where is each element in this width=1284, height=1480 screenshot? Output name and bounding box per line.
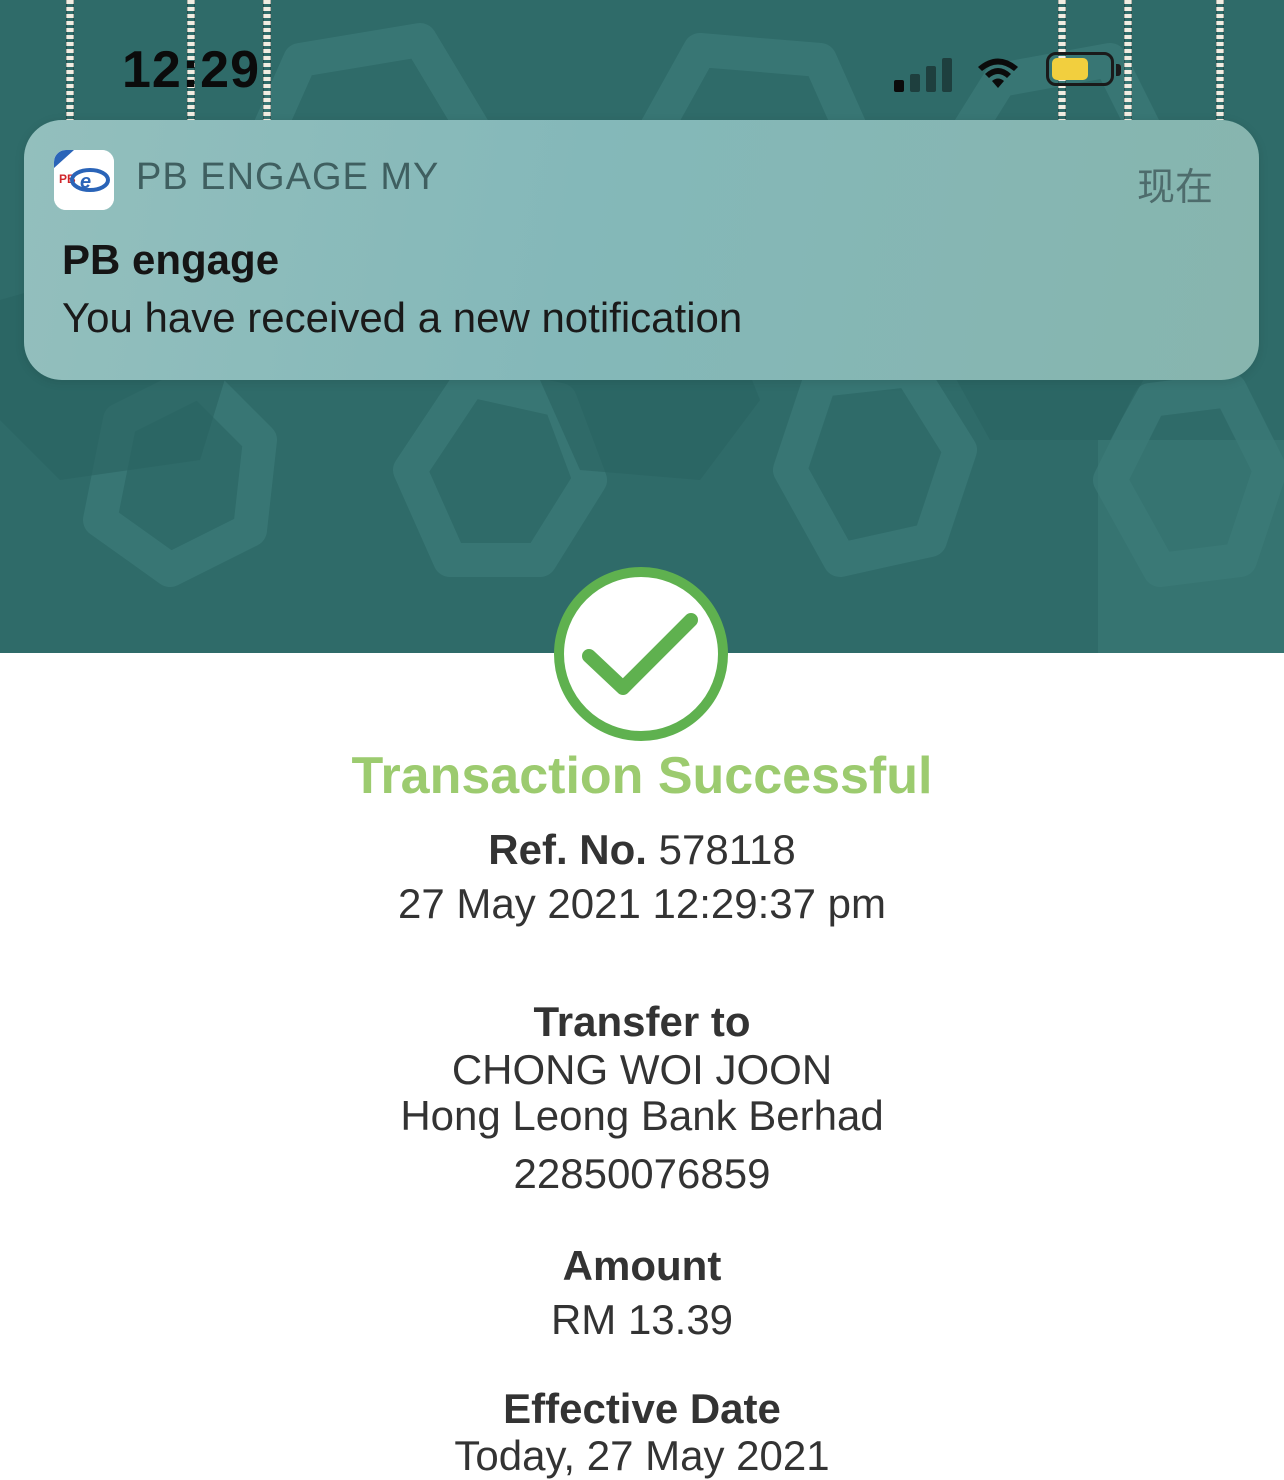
- amount-label: Amount: [562, 1242, 722, 1289]
- battery-icon: [1046, 52, 1121, 86]
- lantern-chain: [66, 0, 74, 120]
- success-check-icon: [554, 567, 728, 741]
- ref-number: 578118: [658, 826, 796, 873]
- transaction-status-title: Transaction Successful: [351, 747, 933, 805]
- transfer-to-label: Transfer to: [533, 998, 751, 1045]
- notification-app-name: PB ENGAGE MY: [136, 156, 440, 198]
- status-time: 12:29: [122, 41, 260, 99]
- lantern-chain: [1216, 0, 1224, 120]
- effective-date-value: Today, 27 May 2021: [454, 1432, 830, 1479]
- effective-date-label: Effective Date: [503, 1385, 781, 1432]
- svg-text:e: e: [80, 171, 91, 193]
- reference-number-line: Ref. No. 578118: [0, 826, 1284, 874]
- notification-title: PB engage: [62, 236, 280, 283]
- recipient-account-number: 22850076859: [513, 1150, 771, 1197]
- signal-icon: [894, 56, 958, 92]
- wifi-icon: [978, 58, 1018, 88]
- recipient-bank: Hong Leong Bank Berhad: [400, 1092, 884, 1139]
- notification-banner[interactable]: PB e PB ENGAGE MY 现在 PB engage You have …: [24, 120, 1259, 380]
- transaction-datetime: 27 May 2021 12:29:37 pm: [397, 880, 886, 927]
- amount-value: RM 13.39: [550, 1296, 734, 1343]
- pb-engage-app-icon: PB e: [54, 150, 114, 210]
- lantern-chain: [1124, 0, 1132, 120]
- recipient-name: CHONG WOI JOON: [451, 1046, 833, 1093]
- lantern-chain: [263, 0, 271, 120]
- ref-label: Ref. No.: [488, 826, 647, 873]
- notification-body: You have received a new notification: [62, 294, 743, 341]
- notification-time: 现在: [1136, 167, 1213, 209]
